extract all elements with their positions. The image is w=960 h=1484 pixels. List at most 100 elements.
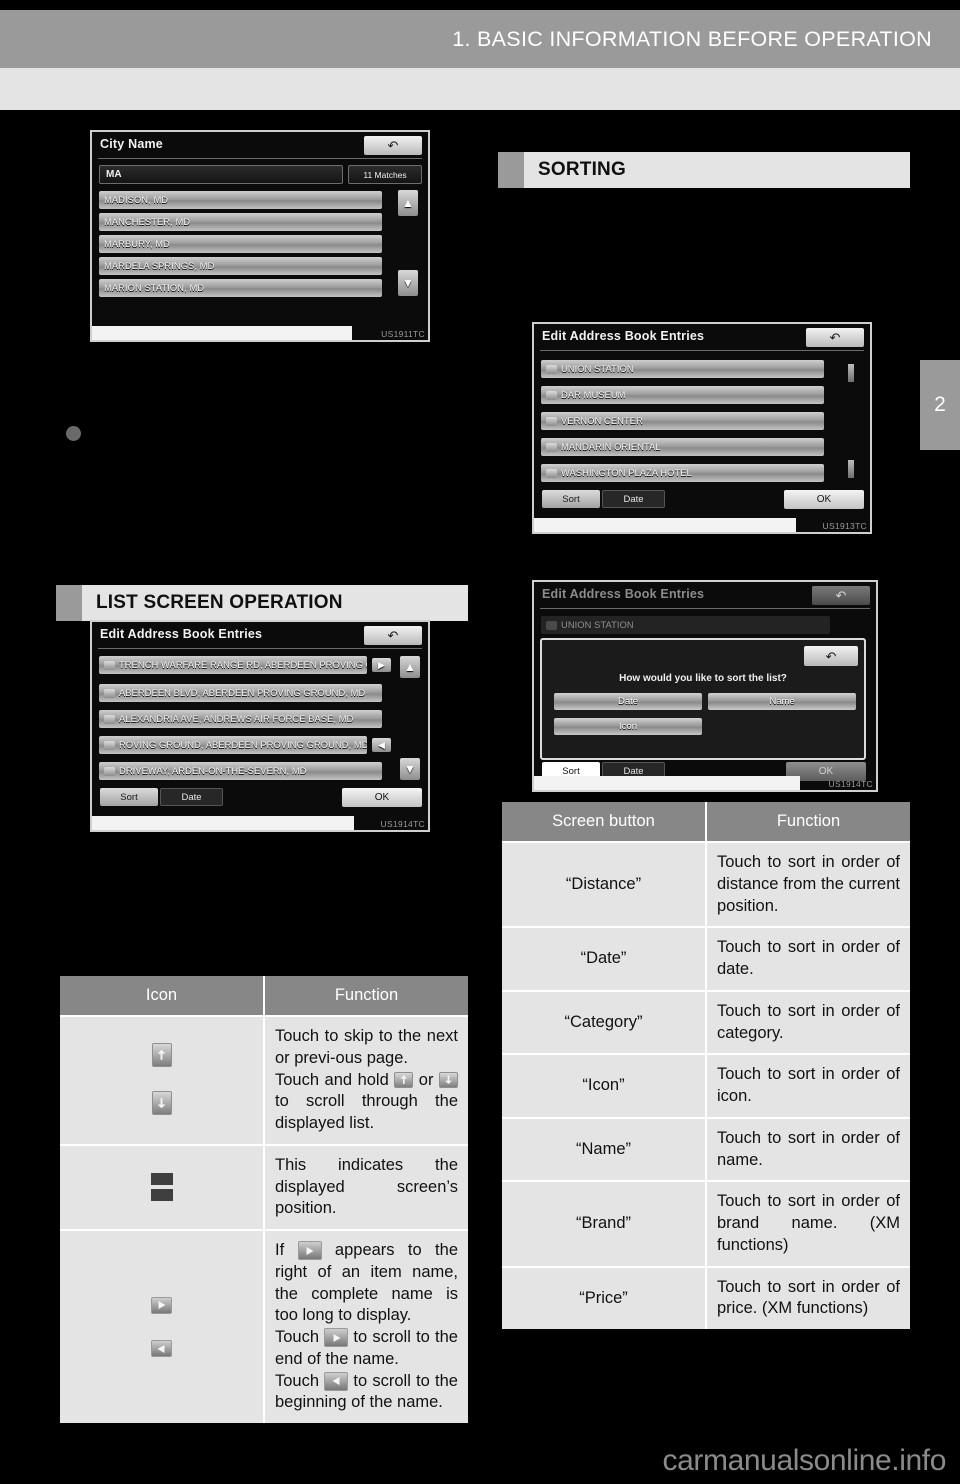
function-cell: Touch to sort in order of date.	[706, 926, 910, 991]
list-item-label: MANDARIN ORIENTAL	[561, 442, 661, 452]
back-arrow-icon[interactable]: ↶	[364, 136, 422, 155]
scroll-up-icon[interactable]: ▲	[398, 190, 418, 216]
site-watermark: carmanualsonline.info	[662, 1444, 947, 1477]
scroll-down-icon[interactable]: ▼	[398, 270, 418, 296]
screen-title: Edit Address Book Entries	[542, 587, 705, 601]
entry-icon	[104, 740, 115, 750]
list-item[interactable]: MARION STATION, MD	[99, 279, 382, 297]
date-tab[interactable]: Date	[602, 490, 665, 508]
scroll-down-indicator	[848, 460, 854, 478]
list-item[interactable]: ABERDEEN BLVD, ABERDEEN PROVING GROUND, …	[99, 684, 382, 702]
scroll-up-icon[interactable]: ▲	[400, 656, 420, 678]
screen-button-cell: “Icon”	[502, 1053, 707, 1118]
entry-icon	[546, 416, 557, 426]
chapter-tab: 2	[920, 360, 960, 450]
list-item[interactable]: ALEXANDRIA AVE, ANDREWS AIR FORCE BASE, …	[99, 710, 382, 728]
entry-icon	[546, 442, 557, 452]
list-item[interactable]: UNION STATION	[541, 360, 824, 378]
list-item-label: DAR MUSEUM	[561, 390, 626, 400]
sort-option-label: Date	[617, 696, 639, 707]
screenshot-edit-address-book-long: Edit Address Book Entries ↶ TRENCH WARFA…	[90, 620, 430, 832]
page-down-icon	[439, 1071, 458, 1088]
list-item-label: MARDELA SPRINGS, MD	[104, 261, 215, 271]
screenshot-sort-dialog: Edit Address Book Entries ↶ UNION STATIO…	[532, 580, 878, 792]
header-subbar	[0, 68, 960, 110]
list-item[interactable]: WASHINGTON PLAZA HOTEL	[541, 464, 824, 482]
figure-code: US1914TC	[380, 819, 425, 829]
table-row: “Date” Touch to sort in order of date.	[502, 926, 910, 991]
sort-tab-label: Sort	[562, 493, 580, 505]
function-text-part: Touch to skip to the next or previ-ous p…	[275, 1027, 458, 1067]
section-marker	[56, 585, 82, 621]
figure-code: US1913TC	[822, 521, 867, 531]
table-row: “Distance” Touch to sort in order of dis…	[502, 840, 910, 928]
list-item-label: VERNON CENTER	[561, 416, 643, 426]
table-row: “Brand” Touch to sort in order of brand …	[502, 1180, 910, 1267]
sort-tab[interactable]: Sort	[100, 788, 158, 806]
title-divider	[98, 158, 422, 159]
column-header-screen-button: Screen button	[502, 802, 707, 842]
list-item[interactable]: MARDELA SPRINGS, MD	[99, 257, 382, 275]
back-arrow-icon[interactable]: ↶	[806, 328, 864, 347]
function-cell: Touch to skip to the next or previ-ous p…	[264, 1015, 468, 1145]
back-arrow-icon: ↶	[812, 586, 870, 605]
back-arrow-icon[interactable]: ↶	[364, 626, 422, 645]
scroll-right-icon[interactable]: ▶	[372, 658, 391, 672]
list-item[interactable]: ROVING GROUND, ABERDEEN PROVING GROUND, …	[99, 736, 367, 754]
section-marker	[498, 152, 524, 188]
column-header-function: Function	[264, 976, 468, 1016]
date-tab[interactable]: Date	[160, 788, 223, 806]
dialog-back-icon[interactable]: ↶	[804, 646, 858, 666]
table-header-row: Screen button Function	[502, 802, 910, 842]
list-item-label: ABERDEEN BLVD, ABERDEEN PROVING GROUND, …	[119, 688, 366, 698]
screen-bottom-strip	[534, 518, 796, 532]
list-item[interactable]: MANDARIN ORIENTAL	[541, 438, 824, 456]
bullet-point	[66, 426, 81, 441]
scroll-down-icon[interactable]: ▼	[400, 758, 420, 780]
table-header-row: Icon Function	[60, 976, 468, 1016]
ok-button-label: OK	[816, 494, 832, 505]
screen-button-cell: “Price”	[502, 1265, 707, 1330]
table-row: “Name” Touch to sort in order of name.	[502, 1116, 910, 1182]
list-item-label: ROVING GROUND, ABERDEEN PROVING GROUND, …	[119, 740, 367, 750]
screen-title: City Name	[100, 137, 163, 151]
sort-option-icon[interactable]: Icon	[554, 718, 702, 735]
sort-option-date[interactable]: Date	[554, 693, 702, 710]
list-item[interactable]: DAR MUSEUM	[541, 386, 824, 404]
sort-option-name[interactable]: Name	[708, 693, 856, 710]
list-item[interactable]: MANCHESTER, MD	[99, 213, 382, 231]
chapter-header-bar: 1. BASIC INFORMATION BEFORE OPERATION	[0, 10, 960, 68]
matches-count-label: 11 Matches	[363, 169, 407, 180]
ok-button-label: OK	[374, 792, 390, 803]
sort-option-label: Icon	[619, 721, 637, 732]
icon-cell	[60, 1229, 265, 1424]
screen-bottom-strip	[92, 326, 352, 340]
list-item[interactable]: DRIVEWAY, ARDEN-ON-THE-SEVERN, MD	[99, 762, 382, 780]
list-item-label: MARBURY, MD	[104, 239, 170, 249]
search-input[interactable]: MA	[99, 165, 343, 184]
screen-bottom-strip	[534, 776, 800, 790]
table-row: “Category” Touch to sort in order of cat…	[502, 989, 910, 1055]
scroll-left-icon[interactable]: ◀	[372, 738, 391, 752]
list-item-label: UNION STATION	[561, 364, 634, 374]
list-item[interactable]: TRENCH WARFARE RANGE RD, ABERDEEN PROVIN…	[99, 656, 367, 674]
sort-tab[interactable]: Sort	[542, 490, 600, 508]
page-up-icon	[394, 1071, 414, 1088]
list-item-label: ALEXANDRIA AVE, ANDREWS AIR FORCE BASE, …	[119, 714, 354, 724]
screen-button-cell: “Distance”	[502, 840, 707, 928]
function-cell: Touch to sort in order of category.	[706, 989, 910, 1055]
table-row: If appears to the right of an item name,…	[60, 1229, 468, 1424]
list-item[interactable]: VERNON CENTER	[541, 412, 824, 430]
page-down-icon	[151, 1091, 172, 1116]
screen-position-indicator-icon	[150, 1173, 173, 1202]
left-column: City Name ↶ MA 11 Matches MADISON, MD MA…	[56, 130, 468, 1424]
entry-icon	[546, 468, 557, 478]
list-item: UNION STATION	[541, 616, 830, 634]
list-item[interactable]: MARBURY, MD	[99, 235, 382, 253]
screen-bottom-strip	[92, 816, 354, 830]
ok-button[interactable]: OK	[784, 490, 864, 509]
ok-button[interactable]: OK	[342, 788, 422, 807]
list-item[interactable]: MADISON, MD	[99, 191, 382, 209]
table-row: “Price” Touch to sort in order of price.…	[502, 1265, 910, 1330]
scroll-up-indicator	[848, 364, 854, 382]
